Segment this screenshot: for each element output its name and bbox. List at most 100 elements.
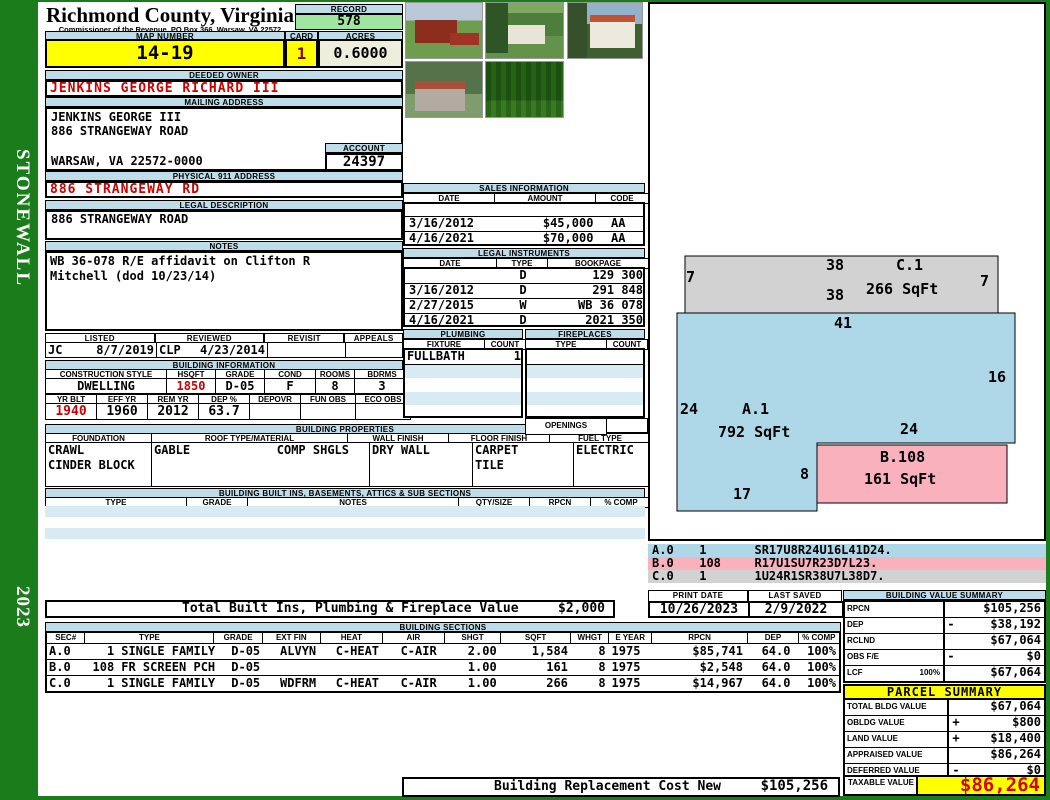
- print-date-value: 10/26/2023: [648, 601, 750, 618]
- sales-row: 3/16/2012 $45,000 AA: [405, 217, 643, 232]
- property-photo-farmhouse[interactable]: [485, 2, 564, 59]
- eyear-header: E YEAR: [609, 633, 652, 643]
- sqft-header: SQFT: [501, 633, 572, 643]
- wall-finish-value: DRY WALL: [370, 442, 473, 487]
- legend-sec: C.0: [652, 569, 674, 583]
- instrument-date: [405, 269, 499, 283]
- sketch-dim-a-bottom-right: 24: [900, 420, 919, 438]
- record-value: 578: [295, 14, 403, 30]
- grade-value: D-05: [216, 378, 265, 394]
- property-photo-shed-truck[interactable]: [405, 2, 483, 59]
- section-eyear: 1975: [611, 644, 641, 658]
- photo-tree-shape: [486, 3, 508, 53]
- section-num: 108: [92, 660, 115, 674]
- section-sqft: 161: [546, 660, 568, 674]
- property-photo-cornfield[interactable]: [485, 61, 564, 118]
- instrument-type: D: [519, 313, 527, 327]
- hsqft-value: 1850: [167, 378, 216, 394]
- instrument-type: D: [519, 283, 527, 297]
- section-sec: B.0: [49, 660, 71, 674]
- reviewed-date: 4/23/2014: [199, 343, 265, 357]
- dep-pct-value: 63.7: [199, 403, 250, 420]
- instrument-row: 4/16/2021 D 2021 350: [405, 314, 643, 328]
- section-type: SINGLE FAMILY: [121, 644, 216, 658]
- sketch-section-b-sqft: 161 SqFt: [864, 470, 937, 488]
- reviewed-by: CLP: [159, 343, 181, 357]
- parcel-op: [949, 748, 963, 763]
- account-header: ACCOUNT: [325, 143, 403, 153]
- shgt-header: SHGT: [444, 633, 502, 643]
- section-extfin: ALVYN: [280, 644, 317, 658]
- physical-address-header: PHYSICAL 911 ADDRESS: [45, 171, 403, 181]
- value-summary-op: -: [947, 617, 955, 631]
- rooms-value: 8: [316, 378, 355, 394]
- instrument-bookpage: 291 848: [592, 283, 643, 297]
- fixture-value: FULLBATH: [407, 349, 465, 363]
- notes-box: WB 36-078 R/E affidavit on Clifton R Mit…: [45, 251, 403, 331]
- section-sqft: 1,584: [531, 644, 568, 658]
- section-shgt: 2.00: [467, 644, 497, 658]
- instrument-row: 2/27/2015 W WB 36 078: [405, 299, 643, 314]
- fireplace-empty-row: [527, 392, 643, 405]
- foundation-line1: CRAWL: [48, 443, 85, 457]
- taxable-value-amount: $86,264: [959, 774, 1040, 796]
- builtins-empty-row: [45, 506, 645, 517]
- value-summary-value: $105,256: [983, 601, 1041, 615]
- instrument-bookpage: 2021 350: [585, 313, 643, 327]
- taxable-value-label: TAXABLE VALUE: [843, 775, 918, 796]
- parcel-value: $86,264: [990, 747, 1041, 761]
- section-comp: 100%: [807, 660, 837, 674]
- depovr-value: [250, 403, 301, 420]
- grade-header: GRADE: [214, 633, 263, 643]
- legend-num: 1: [699, 569, 707, 583]
- sales-information-header: SALES INFORMATION: [403, 183, 645, 193]
- properties-value-row: CRAWL CINDER BLOCK GABLE COMP SHGLS DRY …: [45, 442, 677, 487]
- photo-house-shape: [507, 25, 545, 45]
- notes-line1: WB 36-078 R/E affidavit on Clifton R: [50, 254, 311, 268]
- builtins-total-value: $2,000: [558, 601, 605, 616]
- replacement-cost-row: Building Replacement Cost New $105,256: [402, 777, 840, 797]
- section-comp: 100%: [807, 644, 837, 658]
- comp-header: % COMP: [798, 633, 839, 643]
- instrument-row: D 129 300: [405, 269, 643, 284]
- photo-truck-shape: [450, 33, 479, 46]
- section-rpcn: $2,548: [699, 660, 743, 674]
- section-sec: A.0: [49, 644, 71, 658]
- property-photo-outbuilding[interactable]: [405, 61, 483, 118]
- section-row: C.0 1 SINGLE FAMILY D-05 WDFRM C-HEAT C-…: [47, 676, 839, 691]
- property-photo-house-red-roof[interactable]: [567, 2, 643, 59]
- whgt-header: WHGT: [571, 633, 610, 643]
- value-summary-op: [945, 634, 957, 649]
- plumbing-empty-row: [405, 378, 521, 392]
- sketch-dim-a-bottom-left: 17: [733, 485, 752, 503]
- building-value-summary-header: BUILDING VALUE SUMMARY: [843, 590, 1046, 600]
- bdrms-value: 3: [355, 378, 410, 394]
- section-type: SINGLE FAMILY: [121, 676, 216, 690]
- roof-material-value: COMP SHGLS: [276, 443, 349, 457]
- plumbing-header: PLUMBING: [403, 329, 523, 339]
- section-heat: C-HEAT: [335, 676, 380, 690]
- value-summary-row: RPCN $105,256: [845, 602, 1044, 618]
- section-dep: 64.0: [761, 676, 791, 690]
- sales-row: 4/16/2021 $70,000 AA: [405, 232, 643, 246]
- section-whgt: 8: [598, 644, 606, 658]
- value-summary-value: $67,064: [990, 633, 1041, 647]
- value-summary-extra: [940, 618, 943, 633]
- section-extfin: WDFRM: [280, 676, 317, 690]
- fireplace-empty-row: [527, 365, 643, 378]
- replacement-cost-label: Building Replacement Cost New: [494, 779, 721, 794]
- fireplaces-header: FIREPLACES: [525, 329, 645, 339]
- yrblt-value: 1940: [45, 403, 97, 420]
- sketch-dim-c-right: 7: [980, 272, 990, 290]
- value-summary-extra: 100%: [919, 668, 940, 677]
- listed-by: JC: [48, 343, 63, 357]
- section-shgt: 1.00: [467, 660, 497, 674]
- sales-code: AA: [610, 216, 626, 230]
- sketch-dim-c-bottom: 38: [826, 286, 845, 304]
- section-row: B.0 108 FR SCREEN PCH D-05 1.00 161 8 19…: [47, 660, 839, 676]
- revisit-value: [268, 342, 347, 358]
- sections-header-row: SEC# TYPE GRADE EXT FIN HEAT AIR SHGT SQ…: [47, 633, 839, 644]
- funobs-value: [301, 403, 356, 420]
- photo-tree-shape: [568, 3, 588, 58]
- parcel-row: APPRAISED VALUE $86,264: [845, 748, 1044, 764]
